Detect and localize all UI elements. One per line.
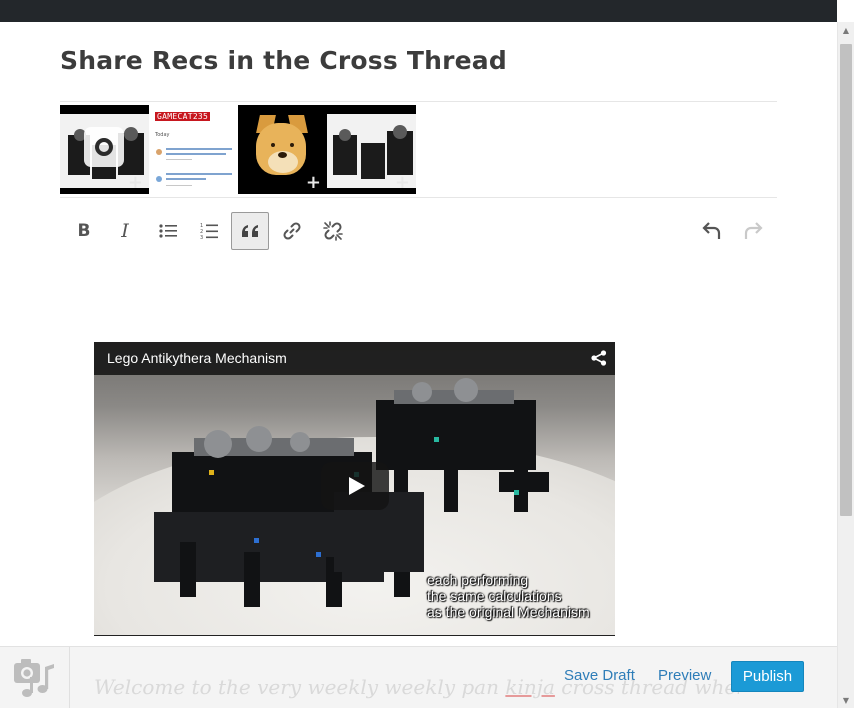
camera-icon <box>84 127 124 167</box>
add-media-button[interactable] <box>0 647 70 708</box>
add-media-plus-icon[interactable]: + <box>128 174 143 192</box>
video-caption: each performing the same calculations as… <box>427 572 590 620</box>
scroll-up-arrow-icon[interactable]: ▲ <box>838 22 854 38</box>
play-button[interactable] <box>321 462 389 510</box>
link-button[interactable] <box>273 212 311 250</box>
post-body-preview[interactable]: Welcome to the very weekly weekly pan ki… <box>94 675 739 699</box>
add-media-plus-icon[interactable]: + <box>306 174 321 192</box>
gamecat-today-label: Today <box>155 132 170 138</box>
numbered-list-icon: 1 2 3 <box>200 223 218 240</box>
unlink-icon <box>323 221 343 241</box>
video-title-bar: Lego Antikythera Mechanism <box>94 342 615 375</box>
add-media-plus-icon[interactable]: + <box>395 174 410 192</box>
vertical-scrollbar[interactable]: ▲ ▼ <box>837 22 854 708</box>
lego-mechanism-thumb-2[interactable]: + <box>327 105 416 194</box>
svg-text:3: 3 <box>200 235 203 240</box>
bulleted-list-button[interactable] <box>149 212 187 250</box>
italic-button[interactable]: I <box>106 212 144 250</box>
undo-button[interactable] <box>693 212 731 250</box>
editor-footer-bar: Welcome to the very weekly weekly pan ki… <box>0 646 837 708</box>
link-icon <box>283 222 301 240</box>
embedded-video[interactable]: Lego Antikythera Mechanism each performi… <box>94 342 615 636</box>
scroll-down-arrow-icon[interactable]: ▼ <box>838 692 854 708</box>
gamecat-screenshot-thumb[interactable]: GAMECAT235 Today <box>149 105 238 194</box>
preview-button[interactable]: Preview <box>658 667 711 684</box>
divider-top <box>60 101 777 102</box>
body-link: kinja <box>505 675 555 699</box>
editor-toolbar: B I 1 2 3 <box>60 212 777 250</box>
redo-icon <box>744 222 763 239</box>
redo-button[interactable] <box>734 212 772 250</box>
gamecat-header-text: GAMECAT235 <box>155 112 211 121</box>
publish-button[interactable]: Publish <box>731 661 804 692</box>
doge-thumb[interactable]: + <box>238 105 327 194</box>
media-thumbnail-strip: + GAMECAT235 Today + + <box>60 105 416 194</box>
undo-icon <box>702 222 721 239</box>
post-title[interactable]: Share Recs in the Cross Thread <box>60 46 507 75</box>
unlink-button[interactable] <box>314 212 352 250</box>
top-bar <box>0 0 837 22</box>
numbered-list-button[interactable]: 1 2 3 <box>190 212 228 250</box>
camera-music-icon <box>14 659 54 697</box>
share-icon[interactable] <box>591 350 607 366</box>
blockquote-button[interactable] <box>231 212 269 250</box>
bold-button[interactable]: B <box>65 212 103 250</box>
scrollbar-thumb[interactable] <box>840 44 852 516</box>
save-draft-button[interactable]: Save Draft <box>564 667 635 684</box>
video-title[interactable]: Lego Antikythera Mechanism <box>107 350 287 366</box>
quote-icon <box>242 225 258 237</box>
lego-mechanism-thumb[interactable]: + <box>60 105 149 194</box>
bulleted-list-icon <box>159 224 177 238</box>
divider-bottom <box>60 197 777 198</box>
play-icon <box>349 477 365 495</box>
